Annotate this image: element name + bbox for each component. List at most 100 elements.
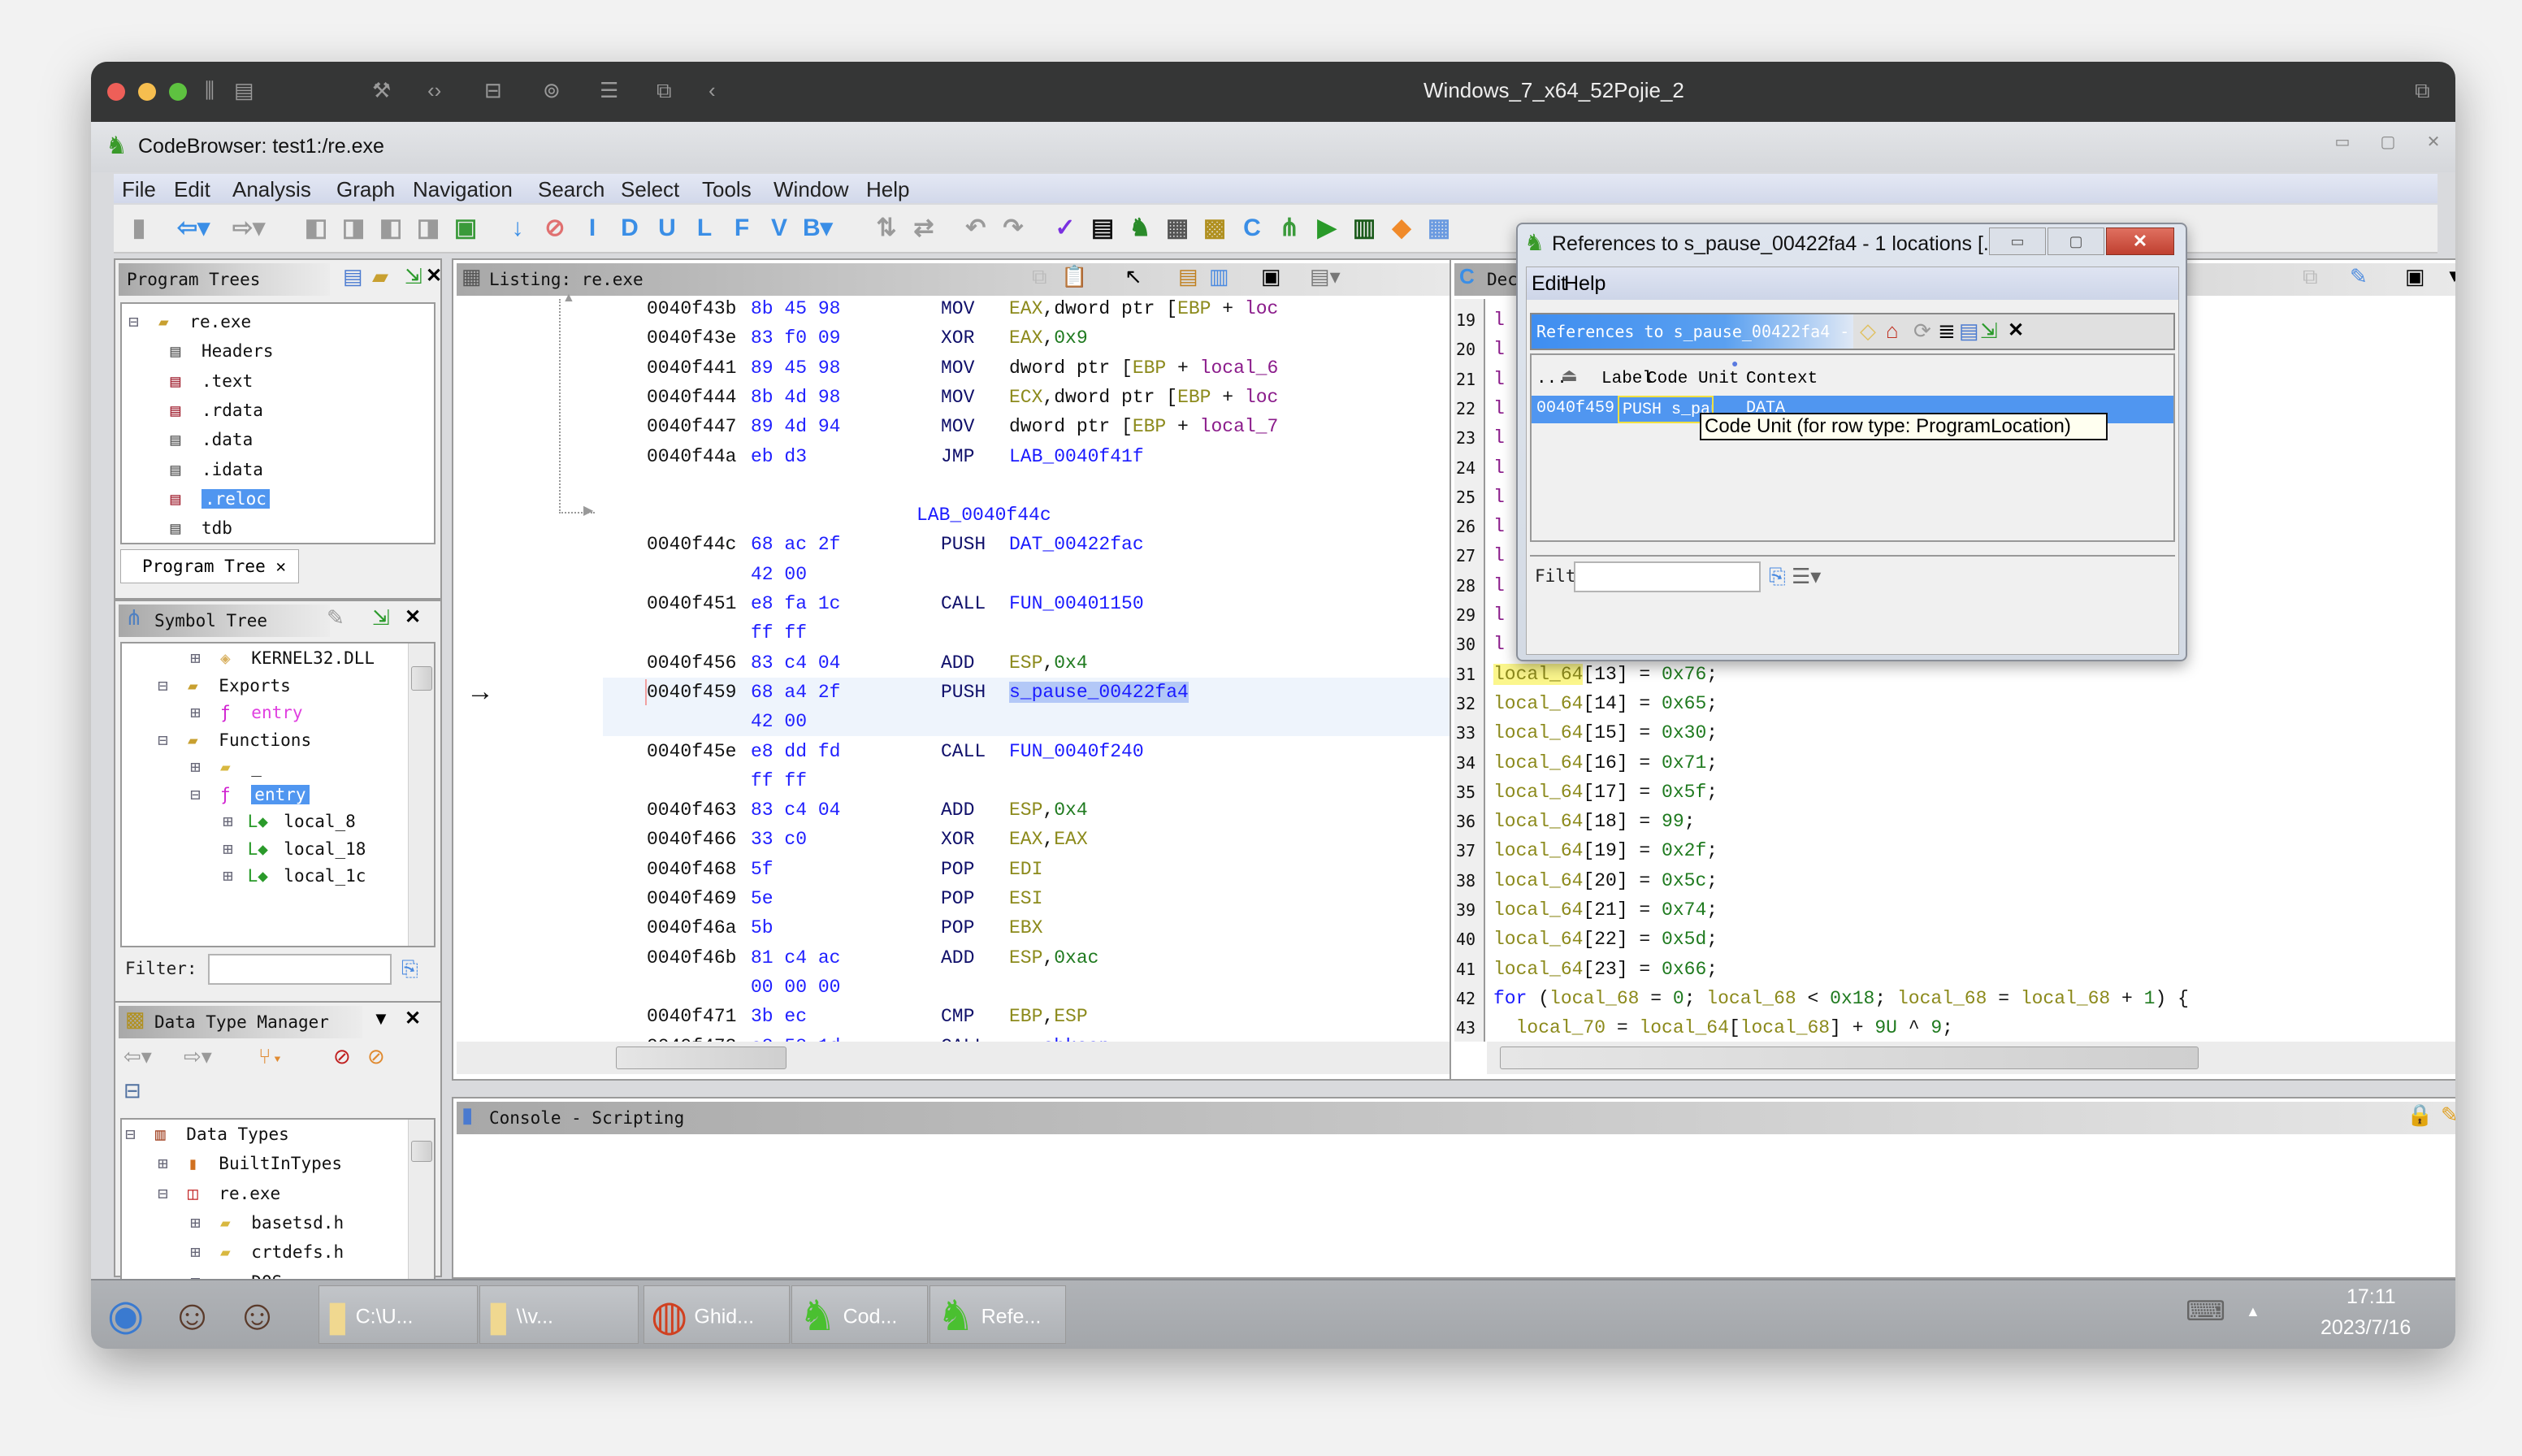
expand-toggle-icon[interactable]: ⊟: [158, 1184, 178, 1203]
tree-item[interactable]: ⊟ ▰ Functions: [158, 726, 311, 755]
listing-row[interactable]: 0040f471 3b ec CMP EBP,ESP: [603, 1002, 1480, 1031]
apply-icon[interactable]: ⇅: [873, 211, 900, 245]
close-icon[interactable]: ✕: [426, 262, 442, 291]
paste-icon[interactable]: 📋: [1061, 262, 1087, 291]
code-line[interactable]: l: [1493, 453, 1505, 483]
listing-row[interactable]: 42 00: [603, 707, 1480, 736]
expand-toggle-icon[interactable]: ⊟: [128, 312, 149, 332]
go-to-icon[interactable]: ⇲: [372, 603, 390, 632]
drive-icon[interactable]: ⊟: [484, 78, 502, 103]
code-line[interactable]: l: [1493, 365, 1505, 394]
code-line[interactable]: local_64[13] = 0x76;: [1493, 660, 1718, 689]
column-header-code-unit[interactable]: Code Unit: [1647, 370, 1739, 388]
tree-item[interactable]: ⊞ ◈ KERNEL32.DLL: [190, 644, 375, 673]
tree-item[interactable]: ⊟ ▰ re.exe: [128, 307, 251, 336]
save-icon[interactable]: ▮: [125, 211, 153, 245]
copy-icon[interactable]: ⧉: [1032, 262, 1047, 291]
tree-item[interactable]: ▤ .data: [161, 425, 254, 454]
column-filter-icon[interactable]: ☰▾: [1792, 561, 1821, 591]
menu-window[interactable]: Window: [774, 177, 848, 202]
operands[interactable]: dword ptr [EBP + local_6: [1009, 353, 1278, 383]
listing-row[interactable]: 0040f473 e8 58 1d CALL _chkesp: [603, 1032, 1480, 1042]
taskbar-item[interactable]: ◉: [101, 1285, 159, 1344]
close-button[interactable]: ✕: [2106, 228, 2174, 255]
listing-row[interactable]: 0040f466 33 c0 XOR EAX,EAX: [603, 825, 1480, 854]
close-icon[interactable]: ✕: [2008, 316, 2024, 345]
operands[interactable]: ESP,0xac: [1009, 943, 1098, 973]
tree-item[interactable]: ⊟ ▥ Data Types: [125, 1120, 289, 1149]
tree-item[interactable]: ⊟ ƒ entry: [190, 780, 310, 809]
listing-row[interactable]: 0040f463 83 c4 04 ADD ESP,0x4: [603, 795, 1480, 825]
code-line[interactable]: l: [1493, 306, 1505, 335]
operands[interactable]: DAT_00422fac: [1009, 530, 1144, 559]
menu-search[interactable]: Search: [538, 177, 604, 202]
menu-dropdown-icon[interactable]: ▼: [2446, 262, 2455, 291]
operand-token[interactable]: DAT_00422fac: [1009, 534, 1144, 555]
operands[interactable]: EAX,dword ptr [EBP + loc: [1009, 299, 1278, 323]
operands[interactable]: EAX,EAX: [1009, 825, 1088, 854]
menu-help[interactable]: Help: [866, 177, 909, 202]
operands[interactable]: EDI: [1009, 855, 1042, 884]
zoom-window-button[interactable]: [169, 83, 187, 101]
memory-icon[interactable]: ▥: [1350, 211, 1378, 245]
code-line[interactable]: l: [1493, 571, 1505, 600]
listing-row[interactable]: 00 00 00: [603, 973, 1480, 1002]
operands[interactable]: ESP,0x4: [1009, 795, 1088, 825]
operands[interactable]: LAB_0040f41f: [1009, 442, 1144, 471]
scrollbar[interactable]: [408, 644, 434, 946]
code-line[interactable]: l: [1493, 423, 1505, 453]
copy-icon[interactable]: ⧉: [2303, 262, 2318, 291]
tree-item[interactable]: ⊞ L◆ local_18: [223, 834, 366, 864]
code-line[interactable]: local_64[17] = 0x5f;: [1493, 778, 1718, 807]
code-line[interactable]: local_64[16] = 0x71;: [1493, 748, 1718, 778]
back-arrow-icon[interactable]: ⇦▾: [124, 1042, 152, 1071]
filter-options-icon[interactable]: ⎘: [1769, 561, 1786, 591]
menu-dropdown-icon[interactable]: ▼: [372, 1004, 390, 1034]
new-tree-icon[interactable]: ▤: [343, 262, 363, 291]
minimize-button[interactable]: ▭: [1989, 228, 2046, 255]
go-to-icon[interactable]: ⇲: [1980, 316, 1998, 345]
expand-toggle-icon[interactable]: ⊞: [190, 703, 210, 722]
code-line[interactable]: l: [1493, 512, 1505, 541]
code-line[interactable]: l: [1493, 394, 1505, 423]
label-icon[interactable]: L: [691, 211, 718, 245]
expand-toggle-icon[interactable]: ⊞: [190, 1213, 210, 1233]
listing-row[interactable]: [603, 471, 1480, 500]
menu-file[interactable]: File: [122, 177, 156, 202]
code-line[interactable]: local_64[20] = 0x5c;: [1493, 866, 1718, 895]
code-line[interactable]: local_64[23] = 0x66;: [1493, 955, 1718, 984]
menu-select[interactable]: Select: [621, 177, 679, 202]
expand-toggle-icon[interactable]: ⊞: [223, 812, 243, 831]
code-line[interactable]: l: [1493, 541, 1505, 570]
operands[interactable]: ESP,0x4: [1009, 648, 1088, 678]
clear-console-icon[interactable]: ✎: [2441, 1100, 2455, 1129]
diff-icon[interactable]: ▥: [1209, 262, 1229, 291]
snapshot-icon[interactable]: ▣: [2405, 262, 2425, 291]
taskbar-item[interactable]: ☺: [164, 1285, 221, 1344]
operands[interactable]: EBP,ESP: [1009, 1002, 1088, 1031]
listing-row[interactable]: 0040f44c 68 ac 2f PUSH DAT_00422fac: [603, 530, 1480, 559]
edit-icon[interactable]: ✎: [327, 603, 344, 632]
expand-toggle-icon[interactable]: ⊟: [190, 785, 210, 804]
refresh-icon[interactable]: ⟳: [1913, 316, 1931, 345]
expand-toggle-icon[interactable]: ⊞: [190, 1242, 210, 1262]
menu-help[interactable]: Help: [1564, 272, 1606, 296]
menu-edit[interactable]: Edit: [174, 177, 210, 202]
listing-row[interactable]: 0040f468 5f POP EDI: [603, 855, 1480, 884]
table-icon[interactable]: ▦: [1425, 211, 1453, 245]
code-line[interactable]: local_64[14] = 0x65;: [1493, 689, 1718, 718]
snapshot-icon[interactable]: ▣: [1261, 262, 1281, 291]
wrench-icon[interactable]: ⚒: [372, 78, 391, 103]
menu-navigation[interactable]: Navigation: [413, 177, 513, 202]
tree-item[interactable]: ⊟ ▰ Exports: [158, 671, 291, 700]
listing-row[interactable]: 0040f43b 8b 45 98 MOV EAX,dword ptr [EBP + …: [603, 299, 1480, 323]
folder-share-icon[interactable]: ⧉: [656, 78, 672, 104]
menu-analysis[interactable]: Analysis: [232, 177, 311, 202]
go-to-icon[interactable]: ⇲: [405, 262, 422, 291]
expand-toggle-icon[interactable]: ⊟: [158, 676, 178, 696]
operands[interactable]: dword ptr [EBP + local_7: [1009, 412, 1278, 441]
expand-toggle-icon[interactable]: ⊞: [223, 839, 243, 859]
operands[interactable]: EBX: [1009, 913, 1042, 942]
down-arrow-icon[interactable]: ↓: [504, 211, 531, 245]
sort-icon[interactable]: ⏏: [1561, 365, 1578, 386]
